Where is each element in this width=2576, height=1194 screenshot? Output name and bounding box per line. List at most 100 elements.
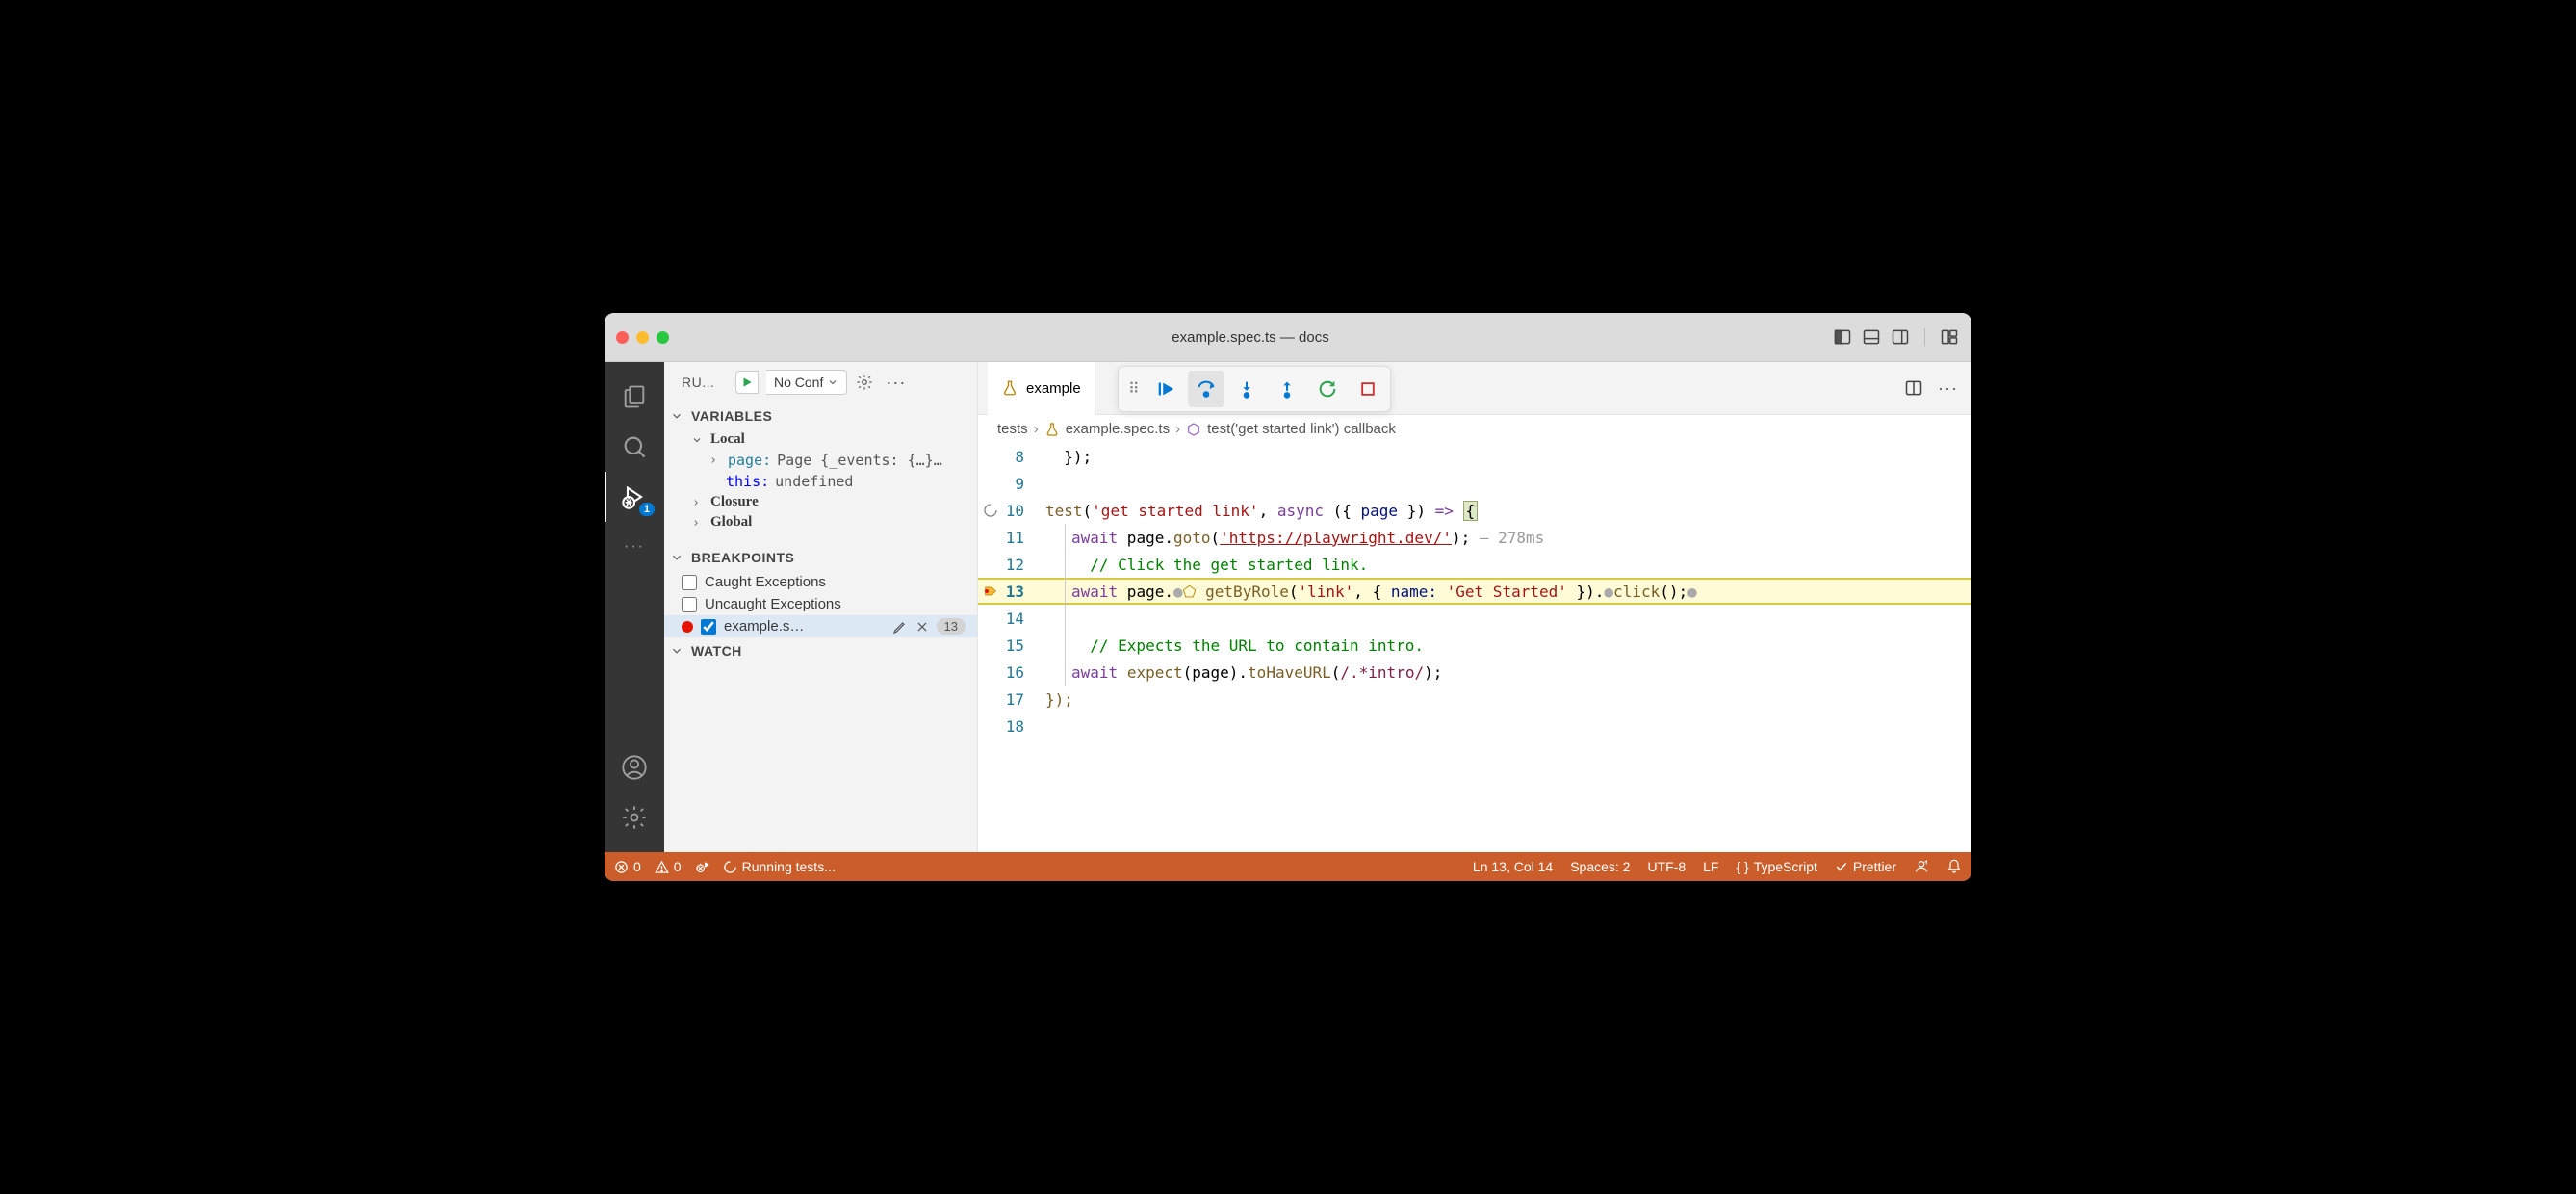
code-editor[interactable]: 8 9 10 11 12 13 14 15 16 17 18 }); test(… bbox=[978, 443, 1971, 852]
scope-local[interactable]: Local bbox=[664, 429, 977, 450]
more-icon[interactable]: ··· bbox=[605, 522, 664, 572]
run-and-debug-icon[interactable]: 1 bbox=[605, 472, 664, 522]
scope-local-label: Local bbox=[710, 431, 745, 448]
layout-sidebar-left-icon[interactable] bbox=[1832, 326, 1853, 348]
remove-breakpoint-icon[interactable] bbox=[915, 620, 929, 634]
line-number[interactable]: 10 bbox=[1003, 497, 1036, 524]
status-eol[interactable]: LF bbox=[1703, 859, 1718, 874]
breakpoint-enabled-checkbox[interactable] bbox=[701, 619, 716, 635]
scope-global[interactable]: Global bbox=[664, 512, 977, 532]
sidebar-title: RU... bbox=[682, 375, 728, 390]
breadcrumb[interactable]: tests › example.spec.ts › test('get star… bbox=[978, 415, 1971, 443]
code-line[interactable] bbox=[1045, 470, 1971, 497]
line-number[interactable]: 18 bbox=[1003, 713, 1036, 740]
beaker-icon bbox=[1044, 422, 1060, 437]
start-debug-button[interactable] bbox=[735, 371, 759, 394]
debug-sidebar: RU... No Conf ··· VARIABLES Local page: … bbox=[664, 362, 978, 852]
status-feedback-icon[interactable] bbox=[1914, 859, 1929, 874]
code-line[interactable]: await expect(page).toHaveURL(/.*intro/); bbox=[1045, 659, 1971, 686]
drag-handle-icon[interactable]: ⠿ bbox=[1122, 379, 1144, 399]
status-cursor-position[interactable]: Ln 13, Col 14 bbox=[1473, 859, 1553, 874]
settings-gear-icon[interactable] bbox=[605, 792, 664, 843]
explorer-icon[interactable] bbox=[605, 372, 664, 422]
code-line[interactable]: // Expects the URL to contain intro. bbox=[1045, 632, 1971, 659]
split-editor-icon[interactable] bbox=[1903, 377, 1924, 399]
edit-breakpoint-icon[interactable] bbox=[892, 619, 908, 635]
search-icon[interactable] bbox=[605, 422, 664, 472]
breakpoint-caught-exceptions[interactable]: Caught Exceptions bbox=[664, 571, 977, 593]
code-line[interactable]: test('get started link', async ({ page }… bbox=[1045, 497, 1971, 524]
editor-more-icon[interactable]: ··· bbox=[1934, 378, 1962, 399]
status-warnings[interactable]: 0 bbox=[655, 859, 682, 874]
status-indentation[interactable]: Spaces: 2 bbox=[1570, 859, 1630, 874]
customize-layout-icon[interactable] bbox=[1939, 326, 1960, 348]
status-language[interactable]: { }TypeScript bbox=[1736, 859, 1816, 874]
caught-exceptions-checkbox[interactable] bbox=[682, 575, 697, 590]
sidebar-more-icon[interactable]: ··· bbox=[882, 373, 910, 393]
uncaught-exceptions-checkbox[interactable] bbox=[682, 597, 697, 612]
watch-section-label: WATCH bbox=[691, 643, 742, 659]
scope-closure[interactable]: Closure bbox=[664, 492, 977, 512]
scope-closure-label: Closure bbox=[710, 494, 759, 510]
restart-button[interactable] bbox=[1309, 371, 1346, 407]
line-number[interactable]: 14 bbox=[1003, 605, 1036, 632]
continue-button[interactable] bbox=[1147, 371, 1184, 407]
variable-this[interactable]: this: undefined bbox=[664, 471, 977, 492]
step-over-button[interactable] bbox=[1188, 371, 1224, 407]
breadcrumb-symbol[interactable]: test('get started link') callback bbox=[1207, 421, 1396, 437]
line-number[interactable]: 12 bbox=[1003, 551, 1036, 578]
code-line[interactable] bbox=[1045, 713, 1971, 740]
code-line[interactable]: }); bbox=[1045, 686, 1971, 713]
watch-section-header[interactable]: WATCH bbox=[664, 637, 977, 664]
variable-page-value: Page {_events: {…}… bbox=[777, 452, 942, 469]
activity-bar: 1 ··· bbox=[605, 362, 664, 852]
loading-spinner-icon bbox=[978, 497, 1003, 524]
status-encoding[interactable]: UTF-8 bbox=[1647, 859, 1686, 874]
breakpoint-item[interactable]: example.s… 13 bbox=[664, 615, 977, 637]
line-number[interactable]: 17 bbox=[1003, 686, 1036, 713]
step-into-button[interactable] bbox=[1228, 371, 1265, 407]
line-number[interactable]: 9 bbox=[1003, 470, 1036, 497]
status-prettier[interactable]: Prettier bbox=[1835, 859, 1896, 874]
beaker-icon bbox=[1001, 379, 1018, 397]
line-number[interactable]: 13 bbox=[1003, 578, 1036, 605]
code-line[interactable] bbox=[1045, 605, 1971, 632]
step-out-button[interactable] bbox=[1269, 371, 1305, 407]
breakpoint-uncaught-exceptions[interactable]: Uncaught Exceptions bbox=[664, 593, 977, 615]
code-line[interactable]: await page.●⬠ getByRole('link', { name: … bbox=[1045, 578, 1971, 605]
debug-toolbar[interactable]: ⠿ bbox=[1118, 366, 1391, 412]
editor-tab[interactable]: example bbox=[988, 362, 1095, 415]
breakpoint-line-badge: 13 bbox=[937, 618, 966, 635]
breadcrumb-file[interactable]: example.spec.ts bbox=[1066, 421, 1170, 437]
status-debug-target-icon[interactable] bbox=[695, 860, 709, 874]
status-errors[interactable]: 0 bbox=[614, 859, 641, 874]
line-number[interactable]: 16 bbox=[1003, 659, 1036, 686]
editor-tabbar: example ⠿ ··· bbox=[978, 362, 1971, 415]
variables-section-header[interactable]: VARIABLES bbox=[664, 402, 977, 429]
uncaught-exceptions-label: Uncaught Exceptions bbox=[705, 596, 966, 612]
window-title: example.spec.ts — docs bbox=[669, 329, 1832, 346]
code-line[interactable]: // Click the get started link. bbox=[1045, 551, 1971, 578]
line-number[interactable]: 8 bbox=[1003, 443, 1036, 470]
debug-config-select[interactable]: No Conf bbox=[766, 370, 847, 395]
line-number[interactable]: 11 bbox=[1003, 524, 1036, 551]
status-running-tests[interactable]: Running tests... bbox=[723, 859, 836, 874]
code-line[interactable]: }); bbox=[1045, 443, 1971, 470]
breadcrumb-folder[interactable]: tests bbox=[997, 421, 1028, 437]
close-window-button[interactable] bbox=[616, 331, 629, 344]
layout-sidebar-right-icon[interactable] bbox=[1890, 326, 1911, 348]
code-line[interactable]: await page.goto('https://playwright.dev/… bbox=[1045, 524, 1971, 551]
symbol-method-icon bbox=[1186, 422, 1201, 437]
variable-this-name: this: bbox=[726, 473, 769, 490]
minimize-window-button[interactable] bbox=[636, 331, 649, 344]
maximize-window-button[interactable] bbox=[657, 331, 669, 344]
accounts-icon[interactable] bbox=[605, 742, 664, 792]
stop-button[interactable] bbox=[1350, 371, 1386, 407]
status-notifications-icon[interactable] bbox=[1946, 859, 1962, 874]
titlebar: example.spec.ts — docs bbox=[605, 313, 1971, 362]
breakpoints-section-header[interactable]: BREAKPOINTS bbox=[664, 544, 977, 571]
debug-settings-icon[interactable] bbox=[855, 373, 874, 392]
layout-panel-icon[interactable] bbox=[1861, 326, 1882, 348]
variable-page[interactable]: page: Page {_events: {…}… bbox=[664, 450, 977, 471]
line-number[interactable]: 15 bbox=[1003, 632, 1036, 659]
